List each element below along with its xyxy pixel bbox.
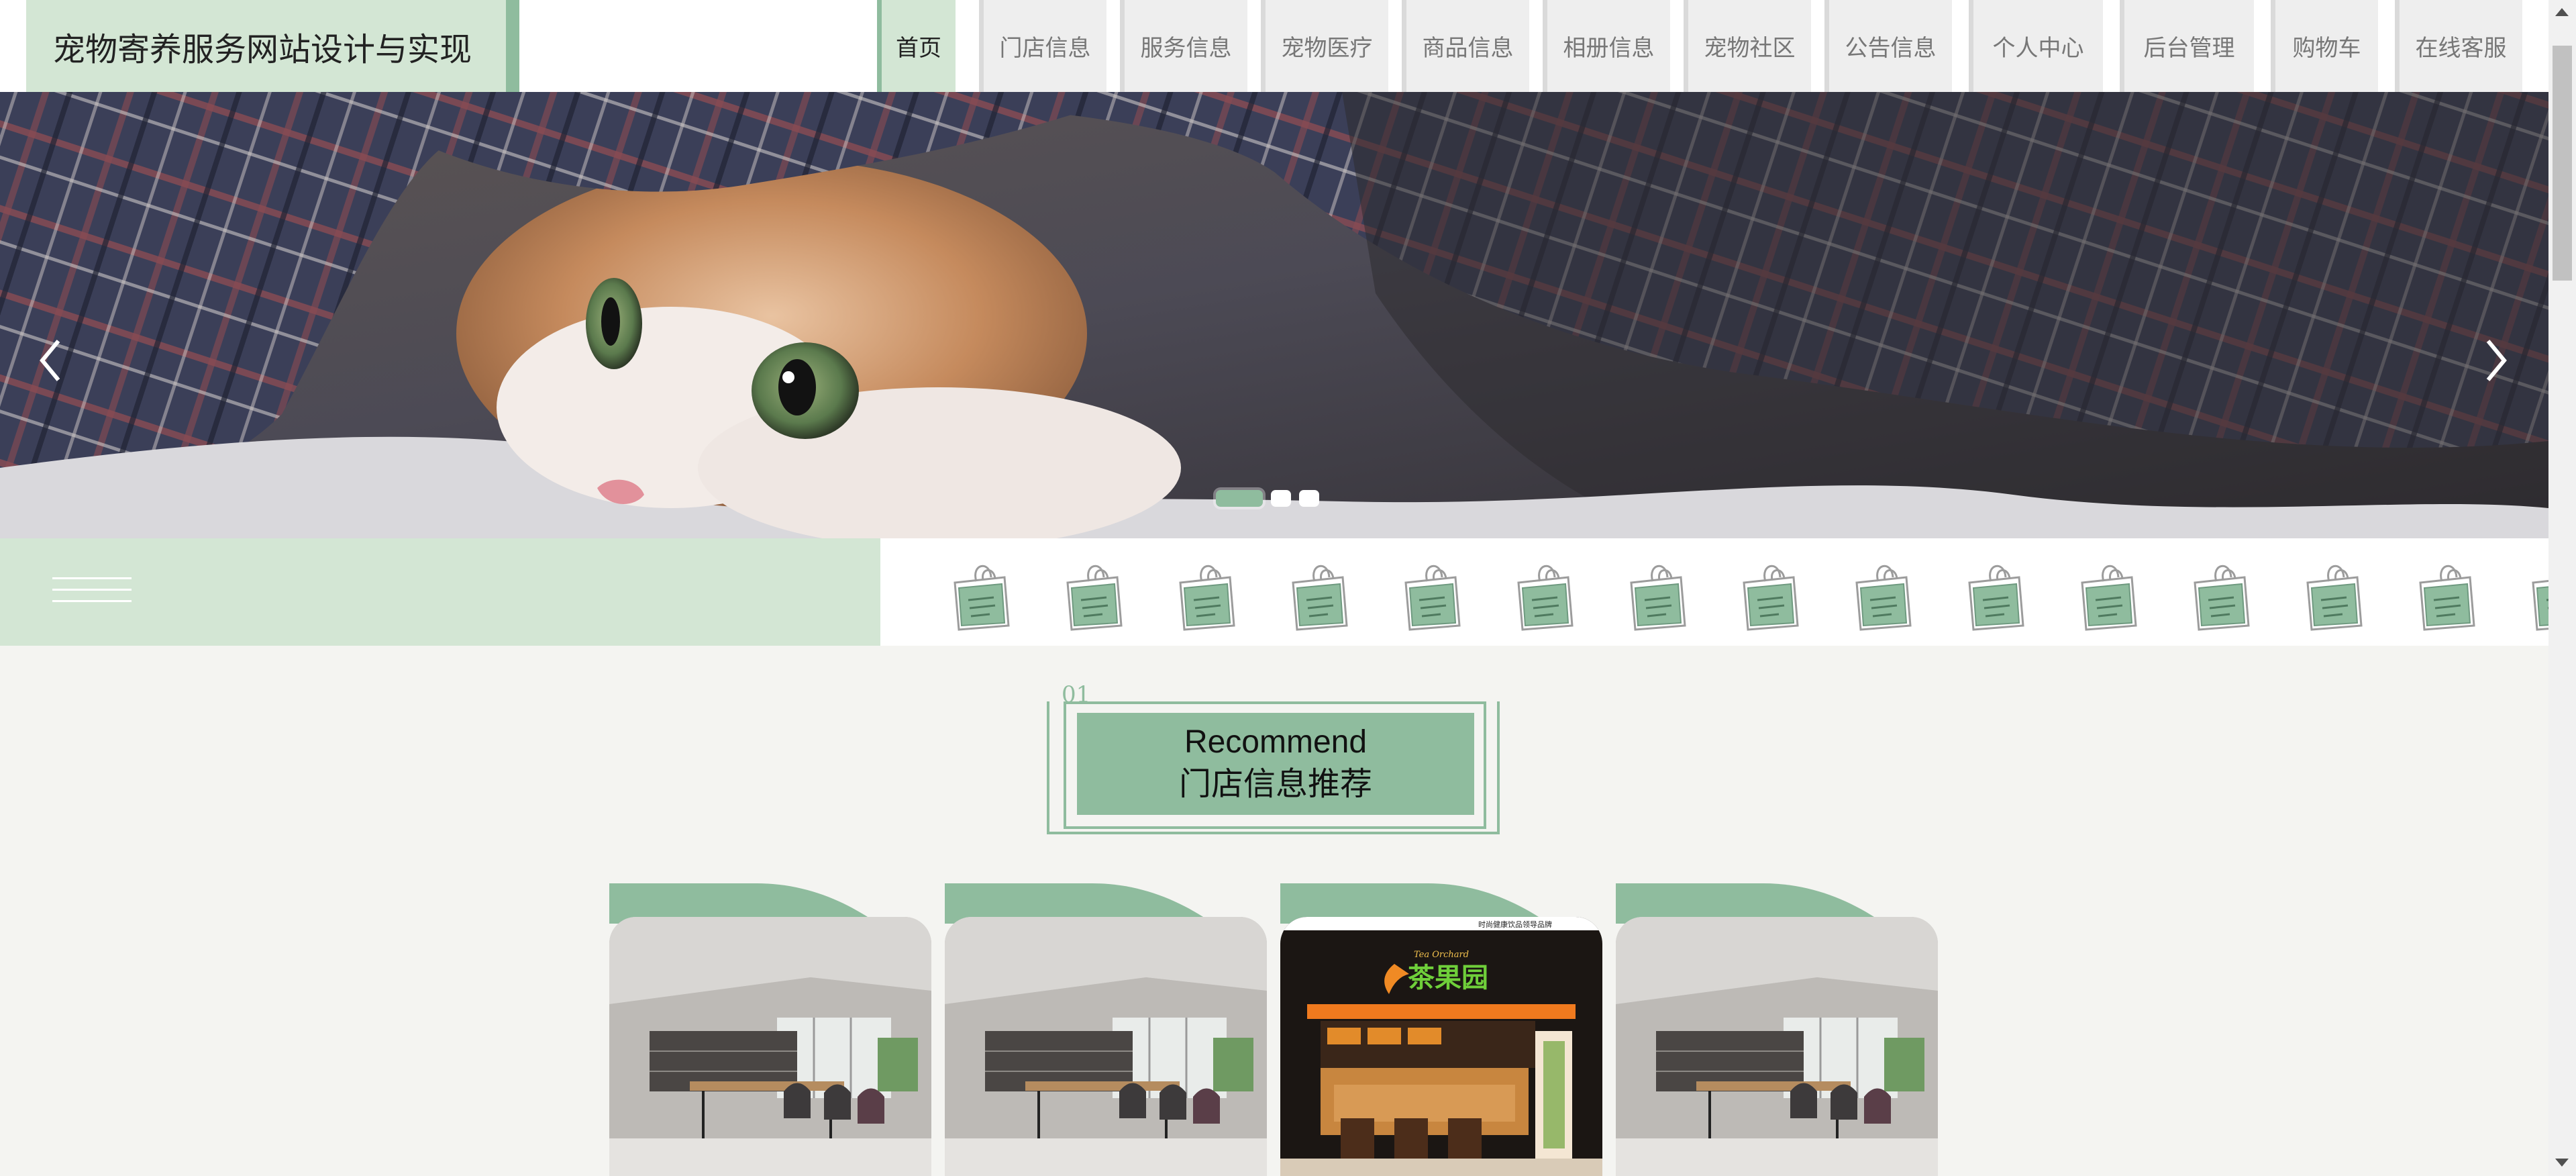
notebook-icon: [1517, 565, 1574, 631]
store-image-interior: [945, 917, 1267, 1176]
notebook-icon: [2532, 580, 2548, 631]
store-card[interactable]: [945, 883, 1267, 1176]
section-heading: Recommend 门店信息推荐: [1077, 713, 1474, 815]
notebook-icon: [2306, 565, 2363, 631]
section-title-cn: 门店信息推荐: [1178, 765, 1372, 803]
store-image-interior: [609, 917, 931, 1176]
store-card[interactable]: [609, 883, 931, 1176]
banner-dot-3[interactable]: [1299, 490, 1319, 507]
decorative-strip: [0, 538, 2548, 646]
notebook-icon: [1743, 565, 1799, 631]
notebook-icon: [1179, 565, 1235, 631]
banner-dot-2[interactable]: [1271, 490, 1291, 507]
vertical-scrollbar[interactable]: [2548, 0, 2576, 1176]
nav-pet-medical[interactable]: 宠物医疗: [1261, 0, 1388, 92]
nav-admin[interactable]: 后台管理: [2120, 0, 2254, 92]
nav-cart[interactable]: 购物车: [2271, 0, 2378, 92]
menu-icon[interactable]: [52, 577, 132, 611]
nav-user-center[interactable]: 个人中心: [1969, 0, 2103, 92]
main-nav: 首页 门店信息 服务信息 宠物医疗 商品信息 相册信息 宠物社区 公告信息 个人…: [877, 0, 2522, 92]
nav-home[interactable]: 首页: [877, 0, 956, 92]
scroll-down-arrow-icon[interactable]: [2555, 1159, 2569, 1167]
notebook-icon: [2194, 565, 2250, 631]
banner-pagination: [1216, 490, 1319, 507]
notebook-icon: [1404, 565, 1461, 631]
notebook-icon: [1855, 565, 1912, 631]
store-card[interactable]: [1616, 883, 1938, 1176]
notebook-icon: [954, 565, 1010, 631]
banner-next-arrow-icon[interactable]: [2476, 330, 2516, 391]
banner-prev-arrow-icon[interactable]: [30, 330, 70, 391]
store-image-interior: [1616, 917, 1938, 1176]
nav-notices[interactable]: 公告信息: [1824, 0, 1952, 92]
nav-services[interactable]: 服务信息: [1120, 0, 1247, 92]
banner-dot-1[interactable]: [1216, 490, 1263, 507]
banner-cat-image: [0, 92, 2548, 538]
notebook-icon: [1066, 565, 1123, 631]
nav-products[interactable]: 商品信息: [1402, 0, 1529, 92]
store-card[interactable]: 时尚健康饮品领导品牌 Tea Orchard 茶果园: [1280, 883, 1602, 1176]
notebook-icon: [1968, 565, 2024, 631]
top-bar: 宠物寄养服务网站设计与实现 首页 门店信息 服务信息 宠物医疗 商品信息 相册信…: [0, 0, 2548, 92]
store-sign-en: Tea Orchard: [1414, 950, 1469, 960]
section-title-en: Recommend: [1184, 724, 1368, 760]
strip-left-panel: [0, 538, 880, 646]
store-sign-cn: 茶果园: [1408, 963, 1488, 993]
store-slogan: 时尚健康饮品领导品牌: [1478, 920, 1552, 929]
store-image-tea-orchard: 时尚健康饮品领导品牌 Tea Orchard 茶果园: [1280, 917, 1602, 1176]
scroll-up-arrow-icon[interactable]: [2555, 8, 2569, 16]
nav-stores[interactable]: 门店信息: [979, 0, 1106, 92]
page: 宠物寄养服务网站设计与实现 首页 门店信息 服务信息 宠物医疗 商品信息 相册信…: [0, 0, 2548, 1176]
banner-carousel: [0, 92, 2548, 538]
notebook-icon: [2419, 565, 2475, 631]
nav-community[interactable]: 宠物社区: [1684, 0, 1811, 92]
site-title: 宠物寄养服务网站设计与实现: [26, 0, 519, 92]
nav-support[interactable]: 在线客服: [2395, 0, 2522, 92]
scrollbar-thumb[interactable]: [2553, 46, 2572, 281]
store-card-list: 时尚健康饮品领导品牌 Tea Orchard 茶果园: [609, 883, 1938, 1176]
notebook-icon-row: [929, 550, 2548, 634]
notebook-icon: [2081, 565, 2137, 631]
notebook-icon: [1292, 565, 1348, 631]
notebook-icon: [1630, 565, 1686, 631]
nav-albums[interactable]: 相册信息: [1543, 0, 1670, 92]
